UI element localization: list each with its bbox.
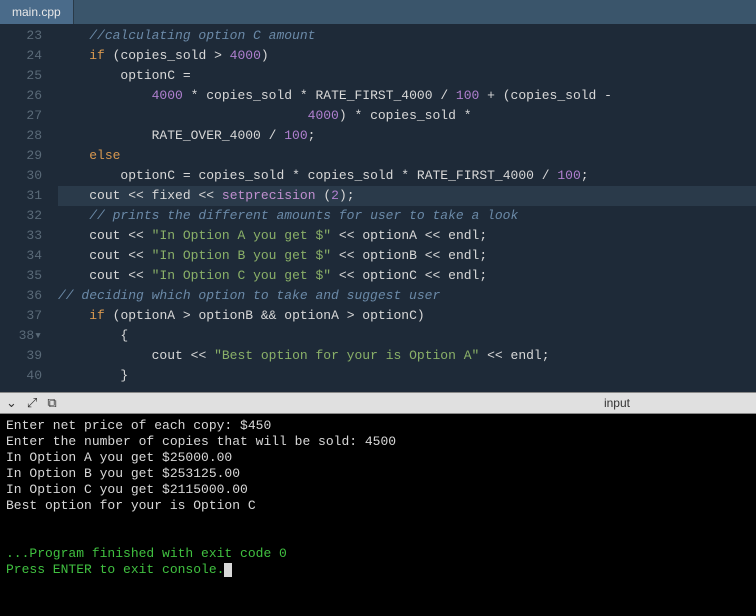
- code-line[interactable]: cout << "In Option C you get $" << optio…: [58, 266, 756, 286]
- line-number: 37: [4, 306, 42, 326]
- line-number: 28: [4, 126, 42, 146]
- console-input-label: input: [604, 396, 630, 410]
- line-number: 40: [4, 366, 42, 386]
- code-line[interactable]: optionC =: [58, 66, 756, 86]
- line-number: 34: [4, 246, 42, 266]
- console-exit-line: ...Program finished with exit code 0: [6, 546, 287, 561]
- code-line[interactable]: //calculating option C amount: [58, 26, 756, 46]
- line-number: 33: [4, 226, 42, 246]
- console-toolbar: ⌄ ⤢ ⧉ input: [0, 392, 756, 414]
- code-line[interactable]: cout << "In Option B you get $" << optio…: [58, 246, 756, 266]
- code-line[interactable]: RATE_OVER_4000 / 100;: [58, 126, 756, 146]
- console-output[interactable]: Enter net price of each copy: $450 Enter…: [0, 414, 756, 616]
- console-cursor: [224, 563, 232, 577]
- code-line[interactable]: if (optionA > optionB && optionA > optio…: [58, 306, 756, 326]
- tab-filename: main.cpp: [12, 5, 61, 19]
- code-line[interactable]: // prints the different amounts for user…: [58, 206, 756, 226]
- line-number-gutter: 23 24 25 26 27 28 29 30 31 32 33 34 35 3…: [0, 24, 50, 392]
- line-number: 26: [4, 86, 42, 106]
- tab-main-cpp[interactable]: main.cpp: [0, 0, 74, 24]
- fullscreen-icon[interactable]: ⤢: [27, 395, 37, 411]
- console-prompt: Press ENTER to exit console.: [6, 562, 224, 577]
- line-number: 39: [4, 346, 42, 366]
- line-number: 35: [4, 266, 42, 286]
- line-number: 38▾: [4, 326, 42, 346]
- code-line[interactable]: if (copies_sold > 4000): [58, 46, 756, 66]
- code-line[interactable]: 4000) * copies_sold *: [58, 106, 756, 126]
- chevron-down-icon[interactable]: ⌄: [6, 395, 17, 411]
- code-line[interactable]: else: [58, 146, 756, 166]
- code-line[interactable]: cout << "In Option A you get $" << optio…: [58, 226, 756, 246]
- code-area[interactable]: //calculating option C amount if (copies…: [50, 24, 756, 392]
- line-number: 32: [4, 206, 42, 226]
- line-number: 24: [4, 46, 42, 66]
- code-line[interactable]: cout << fixed << setprecision (2);: [58, 186, 756, 206]
- line-number: 31: [4, 186, 42, 206]
- line-number: 29: [4, 146, 42, 166]
- code-line[interactable]: cout << "Best option for your is Option …: [58, 346, 756, 366]
- code-line[interactable]: {: [58, 326, 756, 346]
- tab-bar: main.cpp: [0, 0, 756, 24]
- line-number: 27: [4, 106, 42, 126]
- copy-icon[interactable]: ⧉: [47, 395, 56, 411]
- line-number: 25: [4, 66, 42, 86]
- code-line[interactable]: }: [58, 366, 756, 386]
- line-number: 30: [4, 166, 42, 186]
- line-number: 23: [4, 26, 42, 46]
- code-editor[interactable]: 23 24 25 26 27 28 29 30 31 32 33 34 35 3…: [0, 24, 756, 392]
- code-line[interactable]: 4000 * copies_sold * RATE_FIRST_4000 / 1…: [58, 86, 756, 106]
- line-number: 36: [4, 286, 42, 306]
- code-line[interactable]: optionC = copies_sold * copies_sold * RA…: [58, 166, 756, 186]
- code-line[interactable]: // deciding which option to take and sug…: [58, 286, 756, 306]
